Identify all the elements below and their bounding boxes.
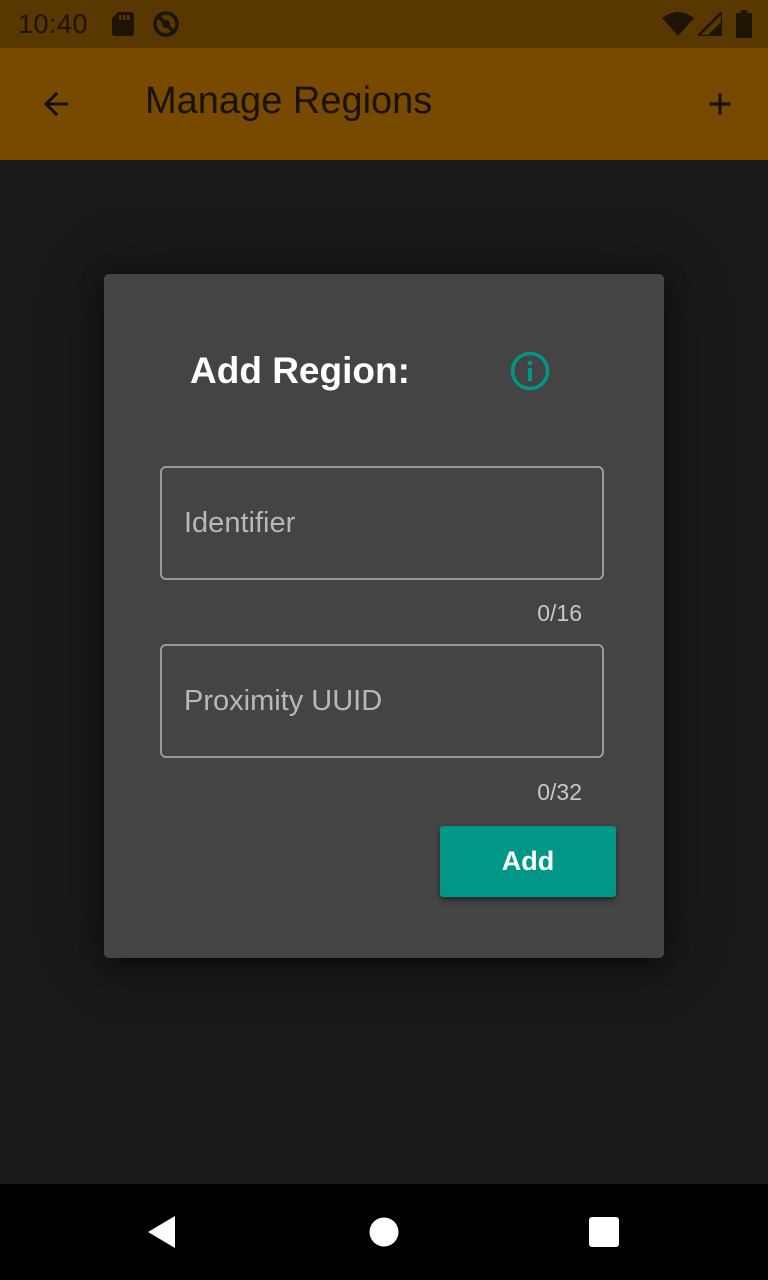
wifi-icon [662,12,694,41]
dialog-title: Add Region: [190,350,410,391]
page-title: Manage Regions [145,80,433,122]
nav-recents-icon [589,1217,619,1247]
nav-recents-button[interactable] [580,1208,628,1256]
sync-disabled-icon [152,10,180,43]
plus-icon [709,93,731,115]
sd-card-icon [112,12,134,41]
add-button[interactable]: Add [440,826,616,897]
status-time: 10:40 [18,9,89,39]
identifier-field[interactable] [160,466,604,580]
screen: 10:40 Manage Regions Add Region: Identif… [0,0,768,1280]
nav-home-button[interactable] [360,1208,408,1256]
identifier-counter: 0/16 [537,600,582,626]
add-region-dialog: Add Region: 0/16 0/32 Add [104,274,664,958]
proximity-uuid-counter: 0/32 [537,779,582,805]
proximity-uuid-field[interactable] [160,644,604,758]
back-button[interactable] [28,76,84,132]
signal-icon [694,8,724,41]
arrow-back-icon [44,92,68,116]
add-region-button[interactable] [692,76,748,132]
nav-back-button[interactable] [138,1208,186,1256]
app-bar: Manage Regions [0,48,768,160]
info-icon[interactable] [509,350,551,392]
battery-icon [736,10,752,43]
navigation-bar [0,1184,768,1280]
status-bar: 10:40 [0,0,768,48]
nav-home-icon [369,1217,399,1247]
nav-back-icon [148,1216,175,1248]
